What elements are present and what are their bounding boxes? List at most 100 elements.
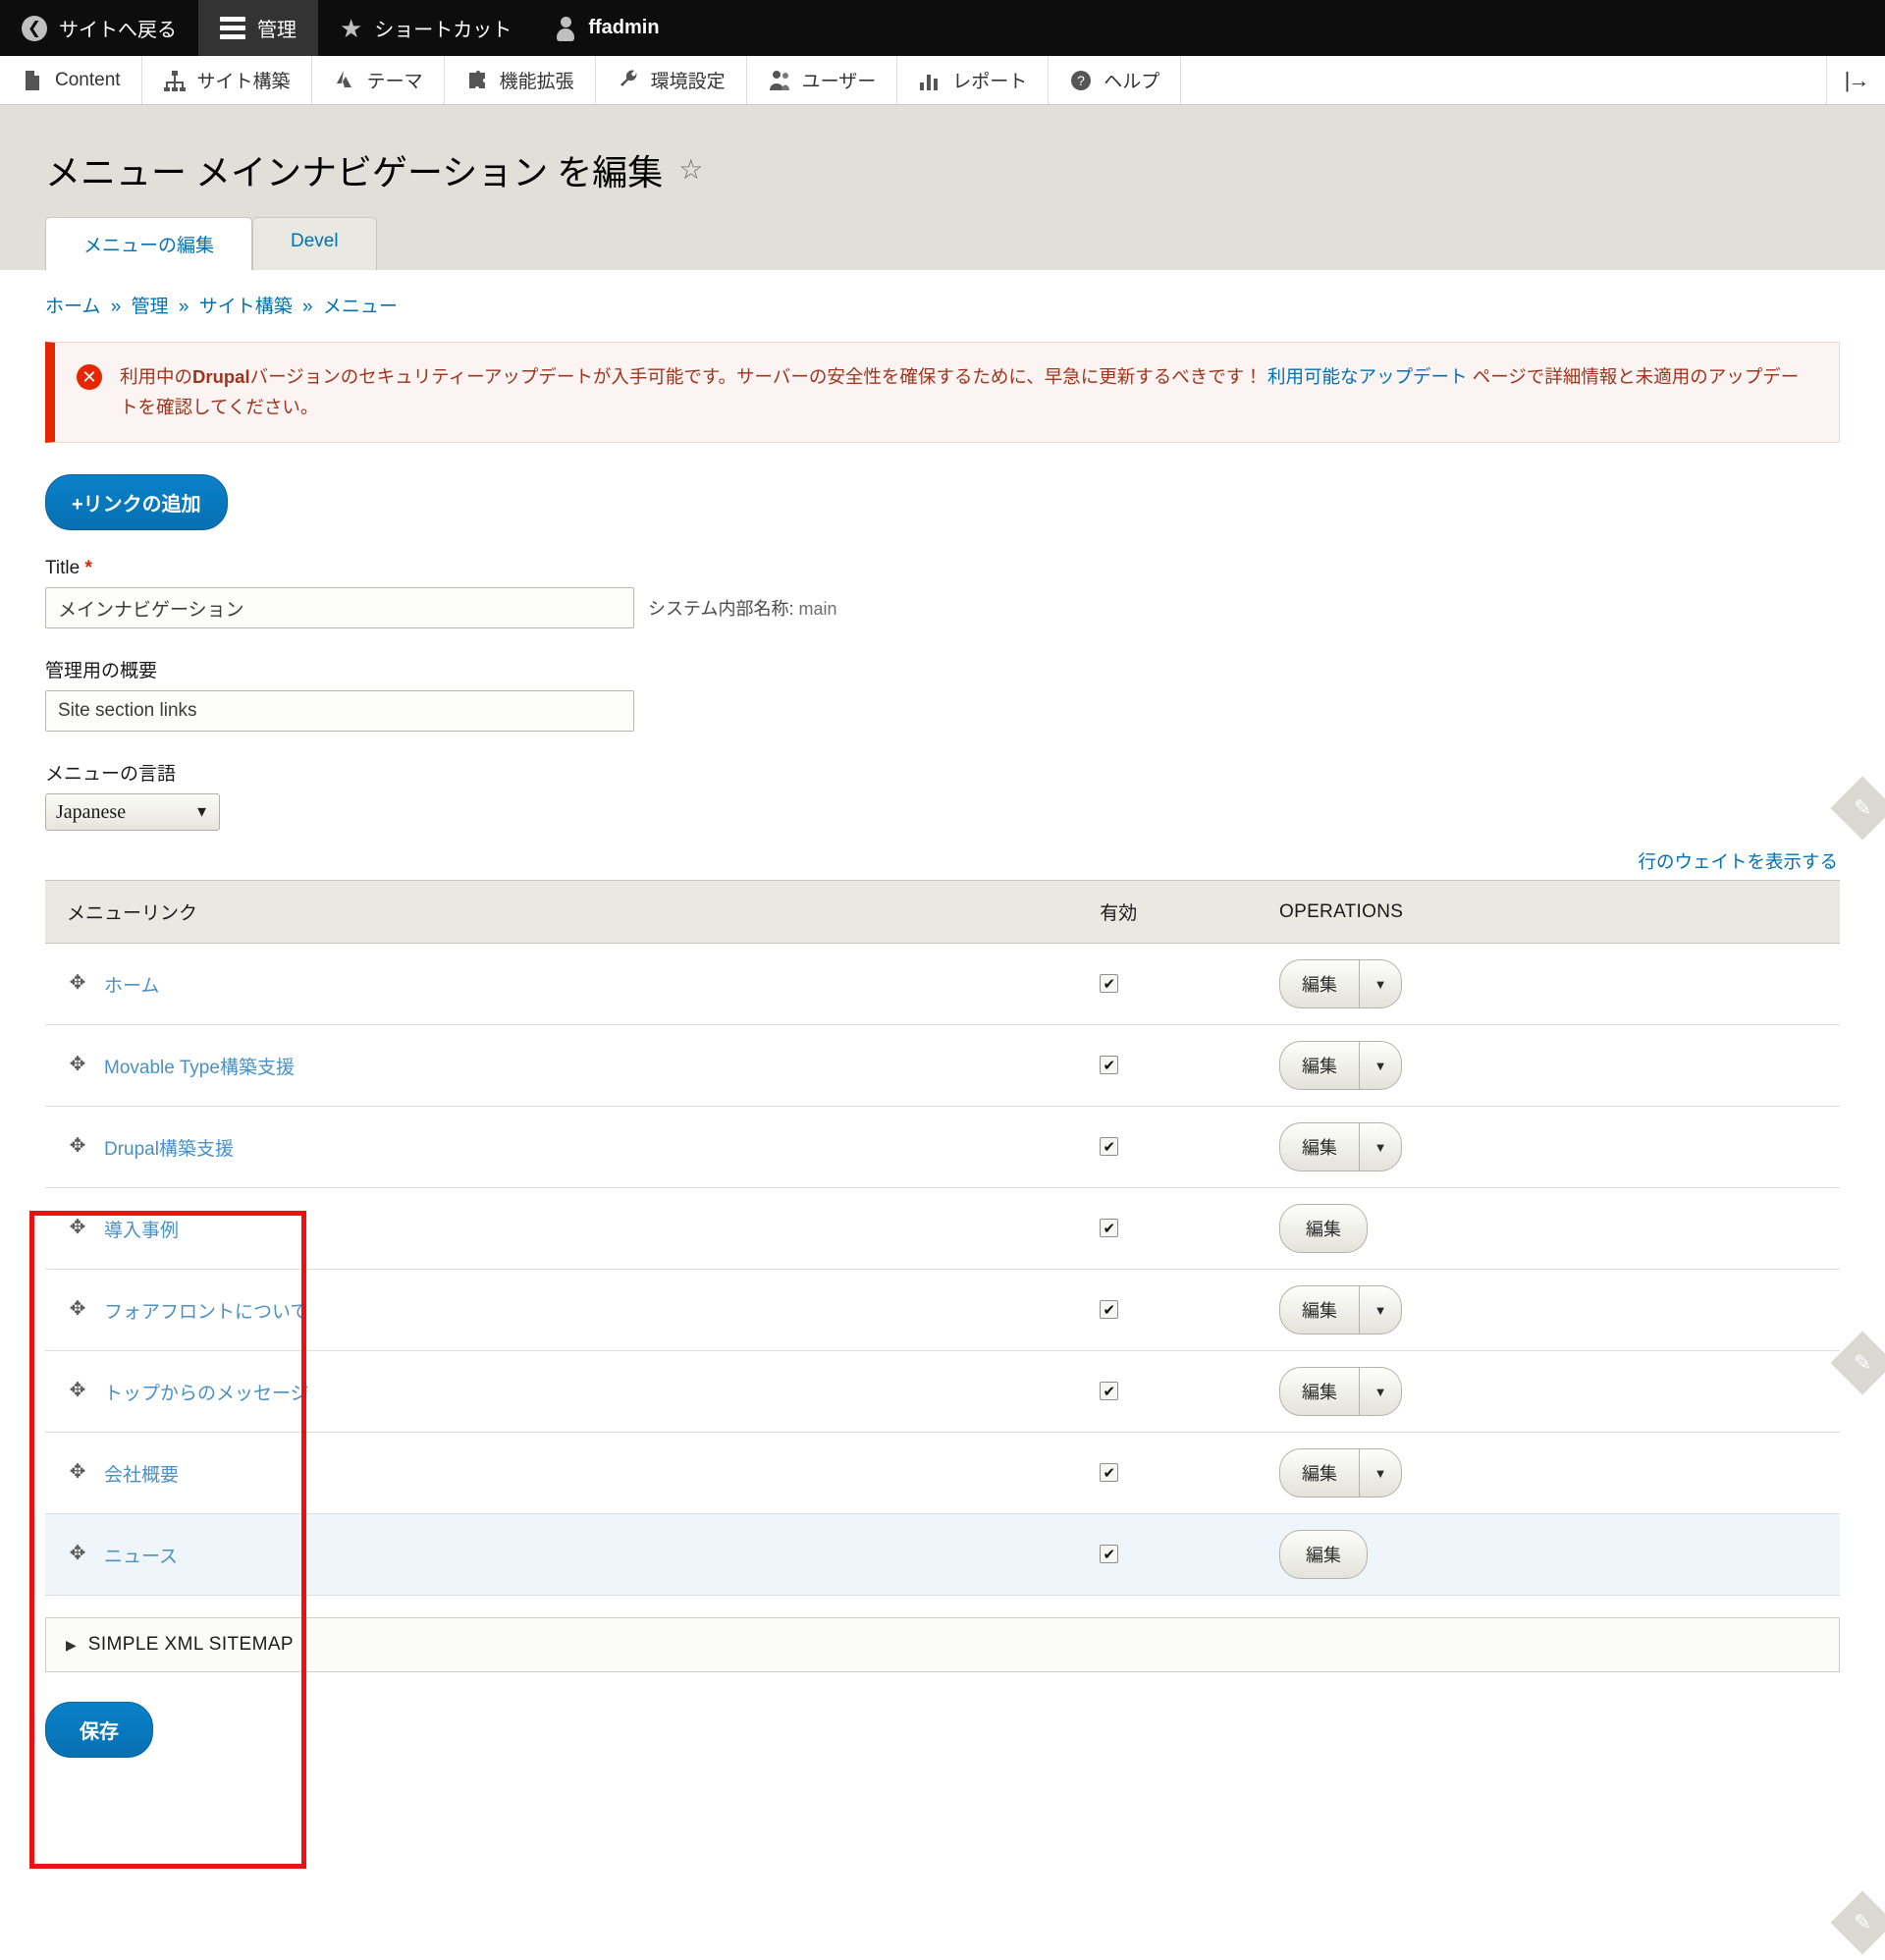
table-row: ✥ Drupal構築支援 ✔ 編集 ▼ (45, 1106, 1840, 1189)
cell-menu-link: ✥ トップからのメッセージ (45, 1350, 1087, 1434)
star-outline-icon[interactable]: ☆ (678, 153, 703, 187)
operations-dropdown-2[interactable]: ▼ (1359, 1122, 1403, 1172)
toolbar-item-extend[interactable]: 機能拡張 (445, 56, 596, 104)
edit-button-4[interactable]: 編集 (1279, 1285, 1360, 1335)
tab-devel[interactable]: Devel (252, 217, 377, 270)
cell-enabled: ✔ (1086, 1187, 1266, 1271)
error-text-part1: 利用中の (120, 366, 193, 387)
drag-handle-icon[interactable]: ✥ (67, 1299, 88, 1321)
sitemap-icon (163, 70, 186, 91)
operations-dropdown-1[interactable]: ▼ (1359, 1041, 1403, 1091)
edit-button-5[interactable]: 編集 (1279, 1367, 1360, 1417)
simple-xml-sitemap-details[interactable]: ▶ SIMPLE XML SITEMAP (45, 1617, 1840, 1673)
drag-handle-icon[interactable]: ✥ (67, 1136, 88, 1158)
toolbar-item-theme[interactable]: テーマ (312, 56, 445, 104)
edit-button-3[interactable]: 編集 (1279, 1204, 1369, 1254)
admin-summary-input[interactable] (45, 690, 634, 733)
breadcrumb-item-home[interactable]: ホーム (45, 297, 100, 317)
edit-button-1[interactable]: 編集 (1279, 1041, 1360, 1091)
table-row: ✥ フォアフロントについて ✔ 編集 ▼ (45, 1269, 1840, 1352)
feedback-tab-bottom[interactable]: ✎ (1830, 1890, 1885, 1955)
admin-bar-item-back-to-site[interactable]: ❮ サイトへ戻る (0, 0, 198, 56)
menu-link-5[interactable]: トップからのメッセージ (104, 1379, 309, 1405)
breadcrumb-item-menu[interactable]: メニュー (323, 297, 398, 317)
drag-handle-icon[interactable]: ✥ (67, 1544, 88, 1565)
admin-bar-item-shortcuts[interactable]: ★ ショートカット (318, 0, 533, 56)
enabled-checkbox-5[interactable]: ✔ (1100, 1382, 1119, 1401)
operations-group-1: 編集 ▼ (1279, 1041, 1403, 1091)
toolbar-label-help: ヘルプ (1104, 72, 1160, 92)
operations-dropdown-6[interactable]: ▼ (1359, 1448, 1403, 1498)
feedback-icon: ✎ (1853, 1350, 1872, 1375)
toolbar-label-theme: テーマ (366, 72, 423, 92)
edit-button-6[interactable]: 編集 (1279, 1448, 1360, 1498)
admin-bar-item-user[interactable]: ffadmin (533, 0, 680, 56)
cell-enabled: ✔ (1086, 1350, 1266, 1434)
drag-handle-icon[interactable]: ✥ (67, 1381, 88, 1402)
operations-group-5: 編集 ▼ (1279, 1367, 1403, 1417)
edit-button-2[interactable]: 編集 (1279, 1122, 1360, 1172)
drag-handle-icon[interactable]: ✥ (67, 1055, 88, 1076)
table-header-row: メニューリンク 有効 OPERATIONS (45, 880, 1840, 945)
enabled-checkbox-6[interactable]: ✔ (1100, 1463, 1119, 1483)
menu-language-select[interactable]: Japanese (45, 793, 220, 832)
toolbar-item-content[interactable]: Content (0, 56, 142, 104)
machine-name-label: システム内部名称: (648, 599, 794, 620)
admin-bar-item-manage[interactable]: 管理 (198, 0, 318, 56)
enabled-checkbox-1[interactable]: ✔ (1100, 1056, 1119, 1075)
enabled-checkbox-4[interactable]: ✔ (1100, 1300, 1119, 1320)
toolbar-item-reports[interactable]: レポート (897, 56, 1050, 104)
menu-link-2[interactable]: Drupal構築支援 (104, 1134, 234, 1161)
edit-button-7[interactable]: 編集 (1279, 1530, 1369, 1580)
wrench-icon (619, 70, 636, 86)
toolbar-item-users[interactable]: ユーザー (747, 56, 898, 104)
toolbar-item-site-structure[interactable]: サイト構築 (142, 56, 312, 104)
show-row-weights-link[interactable]: 行のウェイトを表示する (1638, 851, 1838, 872)
drag-handle-icon[interactable]: ✥ (67, 1462, 88, 1484)
cell-operations: 編集 ▼ (1266, 943, 1840, 1026)
toolbar-collapse-button[interactable]: |→ (1826, 56, 1885, 104)
operations-dropdown-5[interactable]: ▼ (1359, 1367, 1403, 1417)
menu-link-3[interactable]: 導入事例 (104, 1216, 179, 1242)
error-text-drupal: Drupal (192, 366, 250, 387)
tab-edit-menu[interactable]: メニューの編集 (45, 217, 253, 270)
collapse-panel-icon: |→ (1844, 67, 1870, 92)
available-updates-link[interactable]: 利用可能なアップデート (1267, 366, 1468, 387)
edit-button-0[interactable]: 編集 (1279, 959, 1360, 1009)
table-row: ✥ Movable Type構築支援 ✔ 編集 ▼ (45, 1024, 1840, 1108)
people-icon (769, 70, 789, 90)
page-header: メニュー メインナビゲーション を編集 ☆ メニューの編集 Devel (0, 105, 1885, 270)
enabled-checkbox-7[interactable]: ✔ (1100, 1545, 1119, 1564)
add-link-button[interactable]: +リンクの追加 (45, 474, 228, 531)
operations-dropdown-4[interactable]: ▼ (1359, 1285, 1403, 1335)
breadcrumb-item-structure[interactable]: サイト構築 (199, 297, 293, 317)
menu-link-0[interactable]: ホーム (104, 971, 159, 998)
menu-link-cell: ✥ 会社概要 (67, 1460, 1072, 1487)
breadcrumb-separator: » (178, 297, 189, 317)
cell-operations: 編集 ▼ (1266, 1350, 1840, 1434)
menu-link-cell: ✥ 導入事例 (67, 1216, 1072, 1242)
toolbar-item-help[interactable]: ? ヘルプ (1049, 56, 1182, 104)
enabled-checkbox-3[interactable]: ✔ (1100, 1219, 1119, 1238)
menu-link-1[interactable]: Movable Type構築支援 (104, 1053, 295, 1079)
main-content: ホーム » 管理 » サイト構築 » メニュー ✕ 利用中のDrupalバージョ… (0, 270, 1885, 1869)
drag-handle-icon[interactable]: ✥ (67, 1218, 88, 1239)
save-button[interactable]: 保存 (45, 1702, 153, 1759)
menu-link-7[interactable]: ニュース (104, 1542, 178, 1568)
title-input[interactable] (45, 587, 634, 629)
menu-link-6[interactable]: 会社概要 (104, 1460, 179, 1487)
toolbar-label-extend: 機能拡張 (499, 72, 574, 92)
enabled-checkbox-2[interactable]: ✔ (1100, 1137, 1119, 1157)
drag-handle-icon[interactable]: ✥ (67, 973, 88, 995)
menu-link-4[interactable]: フォアフロントについて (104, 1297, 308, 1324)
admin-summary-label: 管理用の概要 (45, 661, 158, 682)
enabled-checkbox-0[interactable]: ✔ (1100, 974, 1119, 994)
toolbar-item-configuration[interactable]: 環境設定 (596, 56, 747, 104)
cell-enabled: ✔ (1086, 1432, 1266, 1515)
operations-dropdown-0[interactable]: ▼ (1359, 959, 1403, 1009)
cell-menu-link: ✥ Drupal構築支援 (45, 1106, 1087, 1189)
breadcrumb-item-admin[interactable]: 管理 (132, 297, 169, 317)
title-input-row: システム内部名称: main (45, 587, 1840, 629)
menu-link-cell: ✥ Drupal構築支援 (67, 1134, 1072, 1161)
